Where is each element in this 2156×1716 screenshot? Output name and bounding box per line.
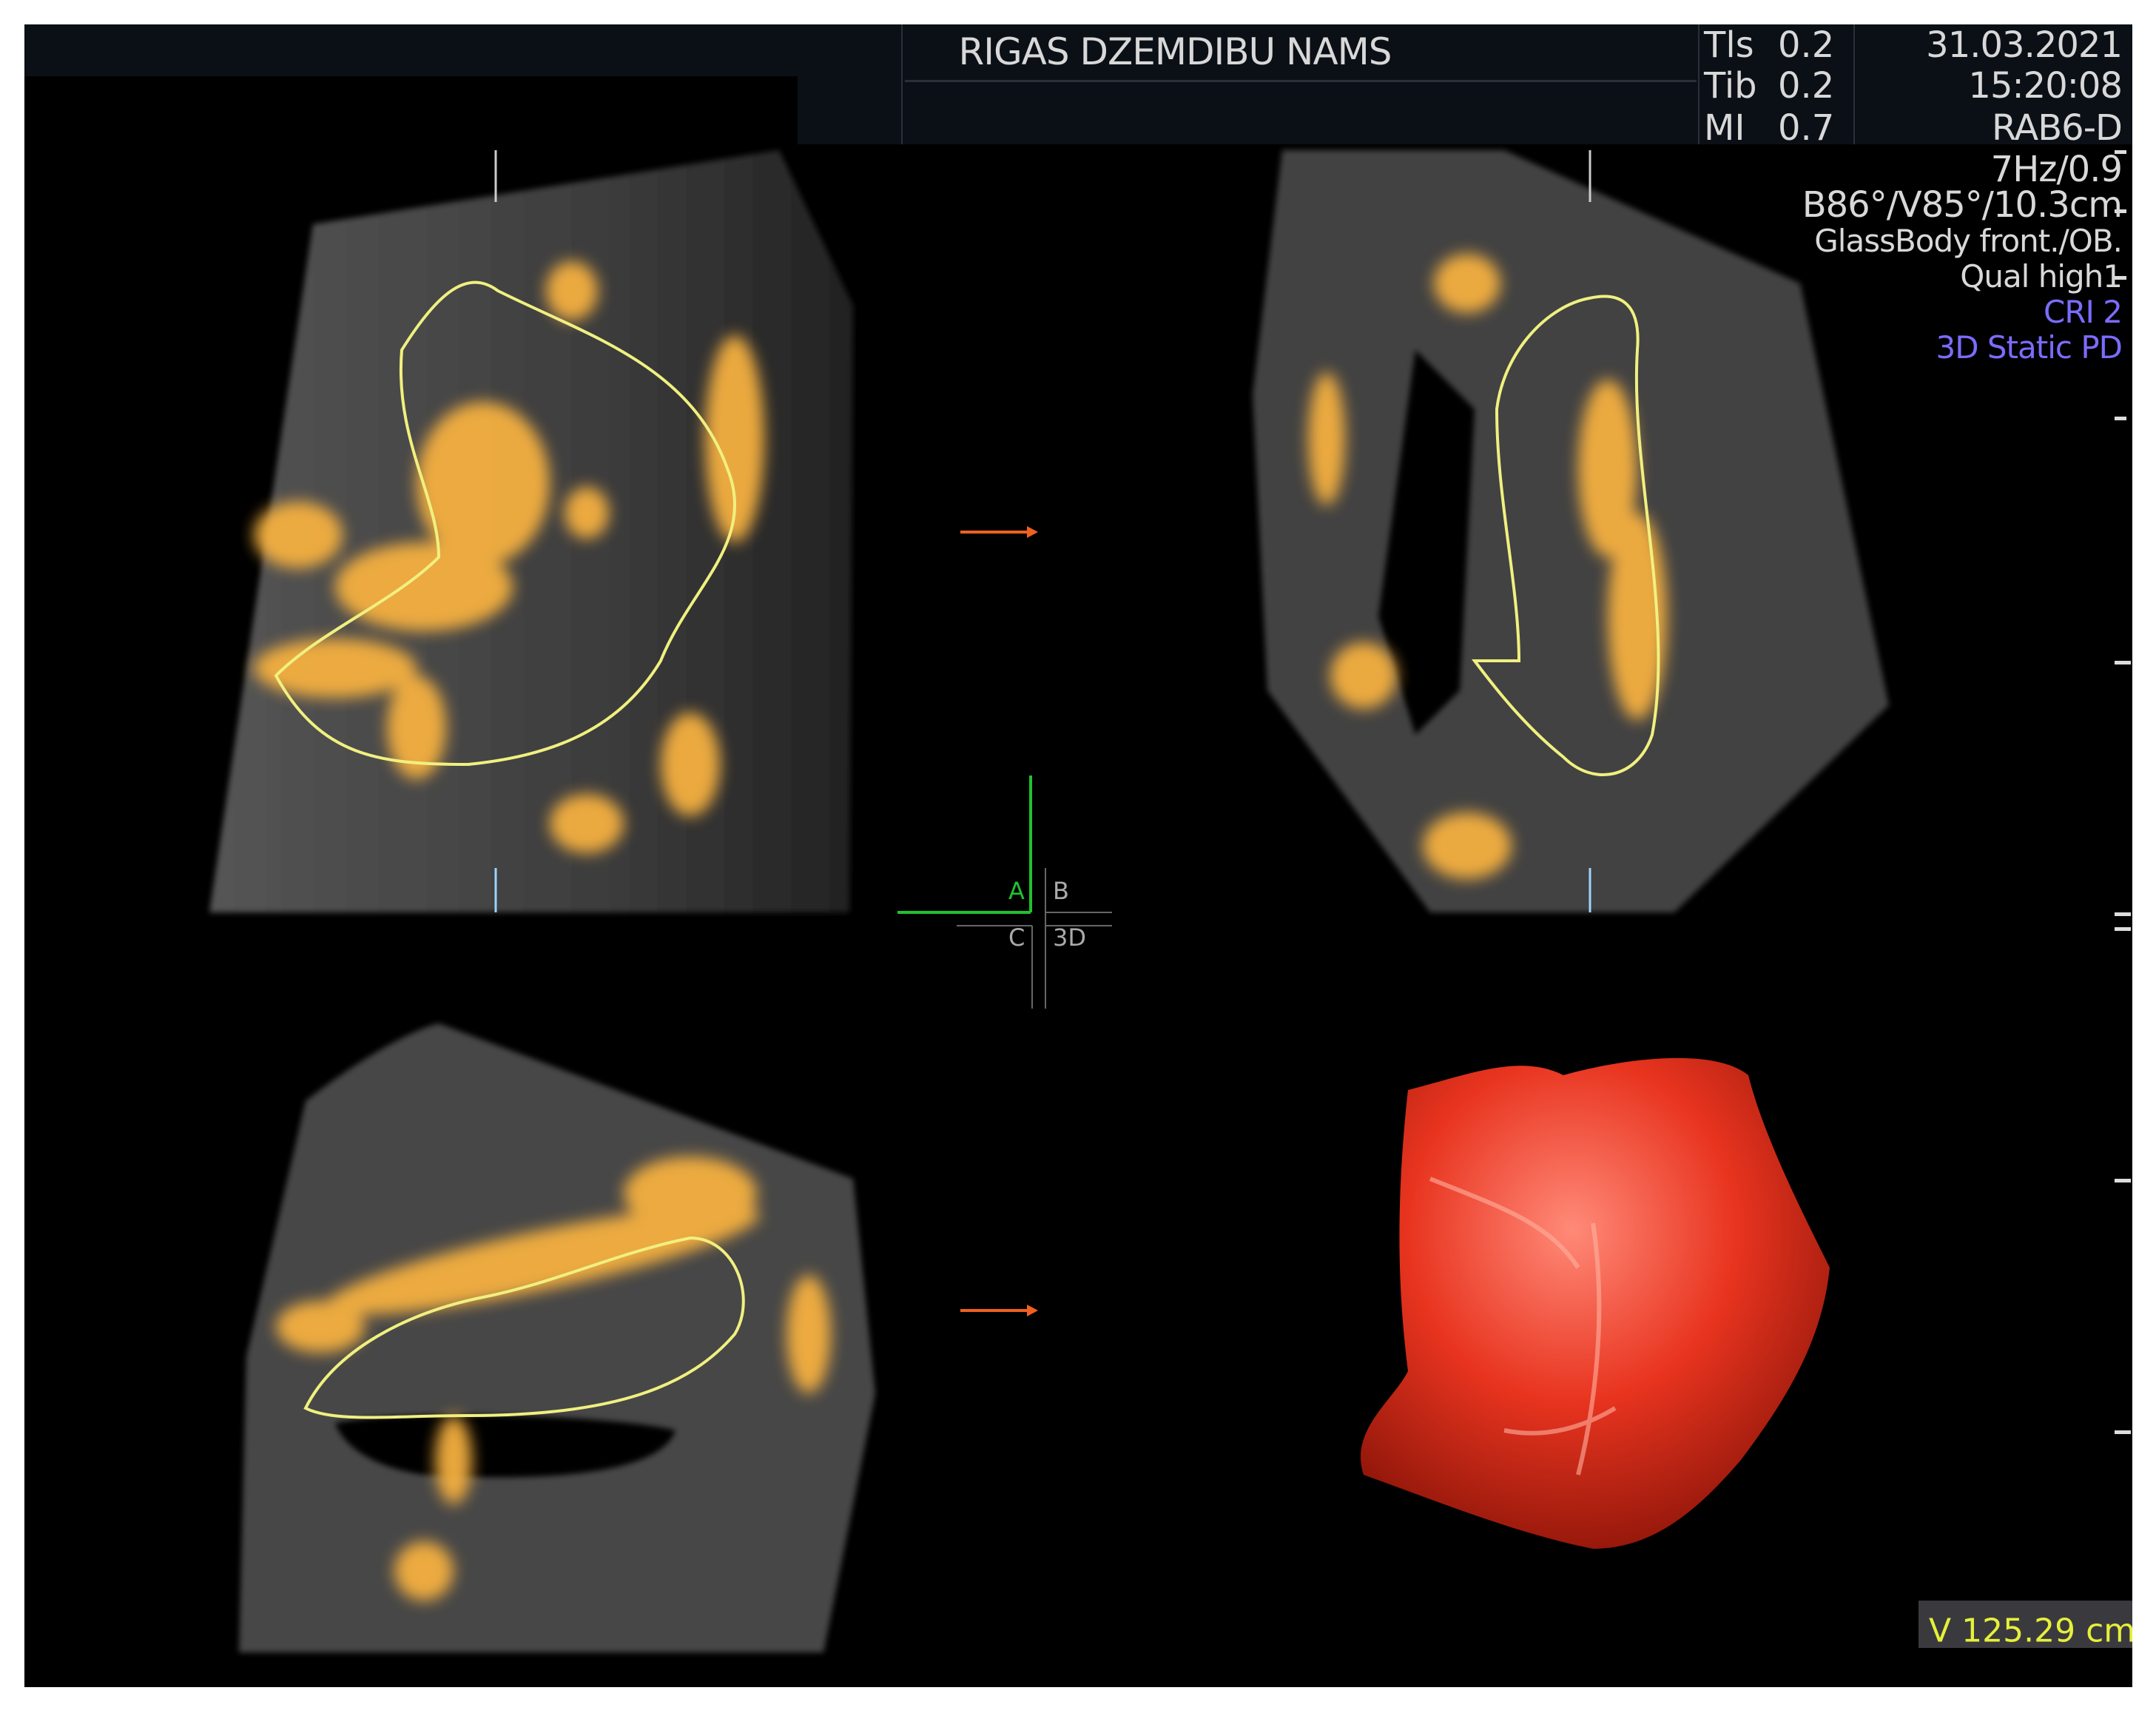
- volume-prefix: V: [1929, 1612, 1952, 1650]
- probe-name: RAB6-D: [1992, 107, 2123, 149]
- institution-name: RIGAS DZEMDIBU NAMS: [958, 30, 1392, 73]
- plane-selector[interactable]: [897, 775, 1112, 1009]
- plane-c-label[interactable]: C: [1008, 923, 1025, 952]
- volume-value: 125.29: [1961, 1612, 2076, 1650]
- volume-unit: cm: [2086, 1612, 2132, 1650]
- orientation-arrow-a: [960, 526, 1038, 538]
- divider: [1853, 24, 1855, 144]
- plane-a-label[interactable]: A: [1008, 877, 1025, 905]
- orientation-arrow-c: [960, 1305, 1038, 1316]
- exam-date: 31.03.2021: [1926, 24, 2123, 66]
- tib-value: 0.2: [1778, 65, 1835, 107]
- ultrasound-screen: RIGAS DZEMDIBU NAMS Tls 0.2 Tib 0.2 MI 0…: [24, 24, 2132, 1687]
- tis-label: Tls: [1704, 24, 1754, 66]
- plane-b-label[interactable]: B: [1053, 877, 1069, 905]
- divider: [905, 80, 1697, 82]
- plane-3d-label[interactable]: 3D: [1053, 923, 1086, 952]
- volume-render-3d[interactable]: [1360, 1057, 1830, 1549]
- tis-value: 0.2: [1778, 24, 1835, 66]
- exam-time: 15:20:08: [1968, 65, 2123, 107]
- volume-readout: V 125.29 cm3: [1918, 1601, 2132, 1650]
- ultrasound-views: [209, 150, 2131, 1652]
- mi-value: 0.7: [1778, 107, 1835, 149]
- view-b-image[interactable]: [1253, 150, 1889, 912]
- mi-label: MI: [1704, 107, 1745, 149]
- view-c-image[interactable]: [239, 1023, 875, 1652]
- divider: [1698, 24, 1699, 144]
- view-a-image[interactable]: [209, 150, 853, 912]
- mode: 3D Static PD: [1936, 329, 2123, 366]
- redacted-patient-area: [24, 76, 798, 144]
- tib-label: Tib: [1704, 65, 1757, 107]
